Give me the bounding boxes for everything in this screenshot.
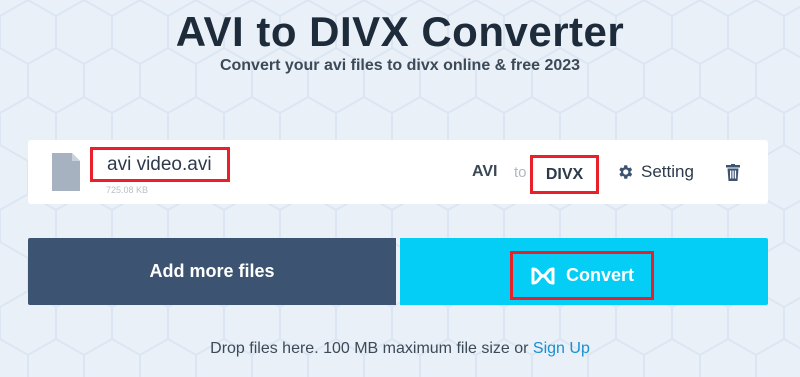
convert-label: Convert: [565, 265, 634, 285]
to-label: to: [514, 164, 527, 181]
drop-hint-text: Drop files here. 100 MB maximum file siz…: [210, 340, 529, 357]
setting-label: Setting: [641, 162, 694, 181]
source-format: AVI: [472, 163, 498, 180]
file-icon: [52, 153, 80, 191]
page-subtitle: Convert your avi files to divx online & …: [219, 57, 581, 74]
convert-logo-icon: [531, 267, 555, 284]
file-card: avi video.avi 725.08 KB AVI to DIVX Sett…: [28, 140, 768, 204]
add-more-files-button[interactable]: Add more files: [28, 238, 396, 305]
convert-highlight: Convert: [510, 251, 654, 300]
file-name: avi video.avi: [90, 147, 230, 182]
target-format-select[interactable]: DIVX: [530, 155, 599, 194]
convert-button[interactable]: Convert: [400, 238, 768, 305]
gear-icon: [619, 165, 633, 179]
page-title: AVI to DIVX Converter: [175, 8, 625, 55]
drop-hint: Drop files here. 100 MB maximum file siz…: [0, 340, 800, 358]
trash-icon[interactable]: [726, 164, 740, 181]
setting-button[interactable]: Setting: [616, 160, 694, 184]
file-size: 725.08 KB: [106, 185, 149, 195]
sign-up-link[interactable]: Sign Up: [533, 340, 590, 357]
